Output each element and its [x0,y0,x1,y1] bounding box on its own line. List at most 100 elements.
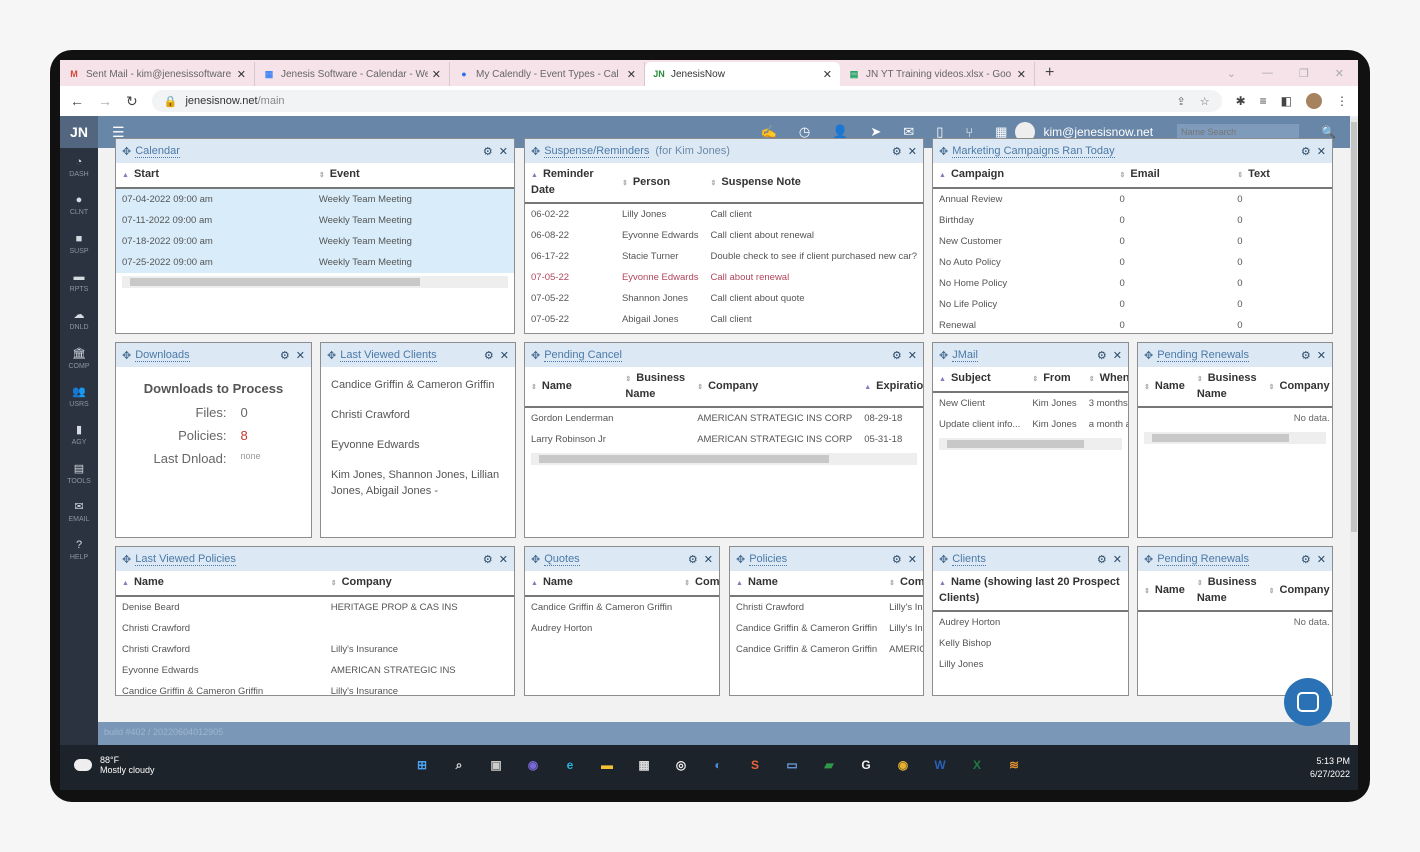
panel-title-link[interactable]: Pending Renewals [1157,349,1249,362]
table-row[interactable]: New Customer 0 0 [933,231,1332,252]
gear-icon[interactable]: ⚙ [483,145,493,158]
gear-icon[interactable]: ⚙ [280,349,290,362]
snagit-icon[interactable]: S [743,753,767,777]
close-icon[interactable]: ✕ [499,145,508,158]
search-icon[interactable]: 🔍 [1321,125,1336,139]
column-header[interactable]: ⇕ Business Name [619,367,692,408]
column-header[interactable]: ▲ Name (showing last 20 Prospect Clients) [933,571,1128,612]
table-row[interactable]: 06-08-22 Eyvonne Edwards Call client about… [525,225,923,246]
column-header[interactable]: ▲ Name [116,571,325,597]
sidebar-item-usrs[interactable]: 👥 USRS [60,378,98,416]
panel-title-link[interactable]: Clients [952,553,986,566]
table-row[interactable]: Candice Griffin & Cameron Griffin Lilly's… [730,618,923,639]
back-icon[interactable]: ← [70,93,84,109]
panel-title-link[interactable]: Pending Cancel [544,349,622,362]
sidebar-item-susp[interactable]: ■ SUSP [60,225,98,263]
table-row[interactable]: 07-25-2022 09:00 am Weekly Team Meeting [116,252,514,273]
weather-widget[interactable]: 88°F Mostly cloudy [74,755,155,775]
sidebar-item-email[interactable]: ✉ EMAIL [60,493,98,531]
table-row[interactable]: Audrey Horton [525,618,719,639]
system-clock[interactable]: 5:13 PM 6/27/2022 [1310,755,1350,781]
horizontal-scrollbar[interactable] [939,438,1122,450]
close-icon[interactable]: ✕ [1113,349,1122,362]
column-header[interactable]: ⇕ Event [312,163,514,189]
browser-tab[interactable]: ● My Calendly - Event Types - Cal ✕ [450,62,645,86]
tab-search-icon[interactable]: ⌄ [1227,67,1236,80]
column-header[interactable]: ▲ Campaign [933,163,1114,189]
close-icon[interactable]: ✕ [908,349,917,362]
gear-icon[interactable]: ⚙ [484,349,494,362]
move-handle-icon[interactable]: ✥ [1144,553,1153,566]
gear-icon[interactable]: ⚙ [688,553,698,566]
panel-title-link[interactable]: Marketing Campaigns Ran Today [952,145,1115,158]
page-scrollbar[interactable] [1350,118,1358,745]
table-row[interactable]: No Home Policy 0 0 [933,273,1332,294]
table-row[interactable]: Update client info... Kim Jones a month ag… [933,414,1128,435]
close-icon[interactable]: ✕ [908,145,917,158]
close-tab-icon[interactable]: ✕ [823,68,832,81]
column-header[interactable]: ▲ Name [525,571,679,597]
reading-list-icon[interactable]: ≡ [1260,94,1267,108]
close-icon[interactable]: ✕ [1317,349,1326,362]
table-row[interactable]: Audrey Horton [933,611,1128,633]
panel-title-link[interactable]: Downloads [135,349,190,362]
close-icon[interactable]: ✕ [1113,553,1122,566]
column-header[interactable]: ⇕ Company [1262,571,1332,612]
column-header[interactable]: ⇕ Company [324,571,514,597]
close-icon[interactable]: ✕ [296,349,305,362]
panel-title-link[interactable]: Pending Renewals [1157,553,1249,566]
sidebar-item-comp[interactable]: 🏛 COMP [60,339,98,377]
sidebar-item-tools[interactable]: ▤ TOOLS [60,454,98,492]
table-row[interactable]: 07-18-2022 09:00 am Weekly Team Meeting [116,231,514,252]
gear-icon[interactable]: ⚙ [1097,553,1107,566]
panel-title-link[interactable]: JMail [952,349,978,362]
search-icon[interactable]: ⌕ [447,753,471,777]
move-handle-icon[interactable]: ✥ [531,145,540,158]
scrollbar-thumb[interactable] [539,455,829,463]
move-handle-icon[interactable]: ✥ [122,349,131,362]
g-app-icon[interactable]: G [854,753,878,777]
close-icon[interactable]: ✕ [1317,553,1326,566]
column-header[interactable]: ⇕ Person [615,163,705,204]
gear-icon[interactable]: ⚙ [1301,145,1311,158]
table-row[interactable]: Christi Crawford [116,618,514,639]
bookmark-star-icon[interactable]: ☆ [1200,95,1210,108]
table-row[interactable]: Kelly Bishop [933,633,1128,654]
browser-tab[interactable]: ▤ JN YT Training videos.xlsx - Goo ✕ [840,62,1035,86]
client-link[interactable]: Christi Crawford [331,407,505,423]
gear-icon[interactable]: ⚙ [892,145,902,158]
gear-icon[interactable]: ⚙ [892,553,902,566]
move-handle-icon[interactable]: ✥ [939,349,948,362]
windows-start-icon[interactable]: ⊞ [410,753,434,777]
panel-title-link[interactable]: Calendar [135,145,180,158]
obs-icon[interactable]: ◎ [669,753,693,777]
stat-value[interactable]: 0 [241,405,291,420]
horizontal-scrollbar[interactable] [531,453,917,465]
teams-chat-icon[interactable]: ◉ [521,753,545,777]
column-header[interactable]: ⇕ When [1082,367,1128,393]
table-row[interactable]: Renewal 0 0 [933,315,1332,333]
close-icon[interactable]: ✕ [704,553,713,566]
column-header[interactable]: ⇕ Name [1138,367,1191,408]
table-row[interactable]: Candice Griffin & Cameron Griffin [525,596,719,618]
browser-tab[interactable]: ▦ Jenesis Software - Calendar - We ✕ [255,62,450,86]
app-icon[interactable]: ≋ [1002,753,1026,777]
move-handle-icon[interactable]: ✥ [531,553,540,566]
move-handle-icon[interactable]: ✥ [327,349,336,362]
table-row[interactable]: No Auto Policy 0 0 [933,252,1332,273]
column-header[interactable]: ⇕ Name [525,367,620,408]
column-header[interactable]: ▲ Name [730,571,884,597]
column-header[interactable]: ▲ Reminder Date [525,163,616,204]
file-explorer-icon[interactable]: ▬ [595,753,619,777]
close-icon[interactable]: ✕ [1317,145,1326,158]
table-row[interactable]: 07-05-22 Abigail Jones Call client [525,309,923,330]
app-logo[interactable]: JN [60,116,98,148]
column-header[interactable]: ⇕ Text [1231,163,1332,189]
table-row[interactable]: Christi Crawford Lilly's Insurance [730,596,923,618]
column-header[interactable]: ⇕ Company [1262,367,1332,408]
close-icon[interactable]: ✕ [908,553,917,566]
side-panel-icon[interactable]: ◧ [1281,94,1292,108]
move-handle-icon[interactable]: ✥ [939,553,948,566]
table-row[interactable]: 07-05-22 Shannon Jones Call client about q… [525,288,923,309]
minimize-button[interactable]: — [1262,67,1273,80]
